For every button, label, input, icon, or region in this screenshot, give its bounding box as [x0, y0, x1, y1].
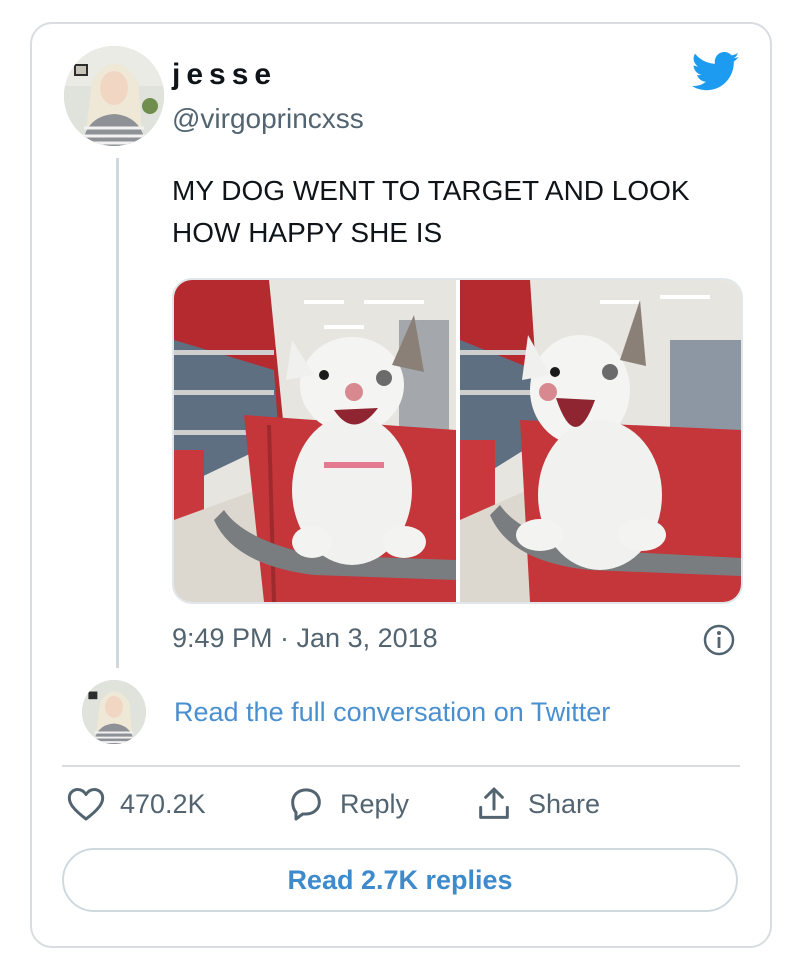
share-label: Share: [528, 788, 601, 819]
tweet-timestamp[interactable]: 9:49 PM · Jan 3, 2018: [172, 623, 438, 654]
info-icon[interactable]: [702, 623, 736, 662]
tweet-text: MY DOG WENT TO TARGET AND LOOK HOW HAPPY…: [172, 175, 690, 248]
like-button[interactable]: 470.2K: [66, 784, 206, 824]
user-handle[interactable]: @virgoprincxss: [172, 103, 364, 135]
heart-icon: [67, 788, 105, 821]
like-count: 470.2K: [120, 788, 206, 819]
share-button[interactable]: Share: [474, 784, 600, 824]
read-full-conversation-link[interactable]: Read the full conversation on Twitter: [174, 697, 610, 728]
reply-label: Reply: [340, 788, 410, 819]
divider: [62, 765, 740, 767]
tweet-photo-2[interactable]: [459, 280, 741, 602]
twitter-bird-icon[interactable]: [691, 52, 740, 97]
tweet-media[interactable]: [172, 278, 743, 604]
read-replies-button[interactable]: Read 2.7K replies: [62, 848, 738, 912]
share-arrow-icon: [479, 787, 509, 819]
user-avatar[interactable]: [64, 46, 164, 146]
speech-bubble-icon: [291, 788, 321, 821]
reply-button[interactable]: Reply: [286, 784, 409, 824]
thread-line: [116, 158, 119, 668]
user-avatar-small[interactable]: [82, 680, 146, 744]
display-name[interactable]: jesse: [172, 58, 277, 92]
tweet-photo-1[interactable]: [174, 280, 456, 602]
